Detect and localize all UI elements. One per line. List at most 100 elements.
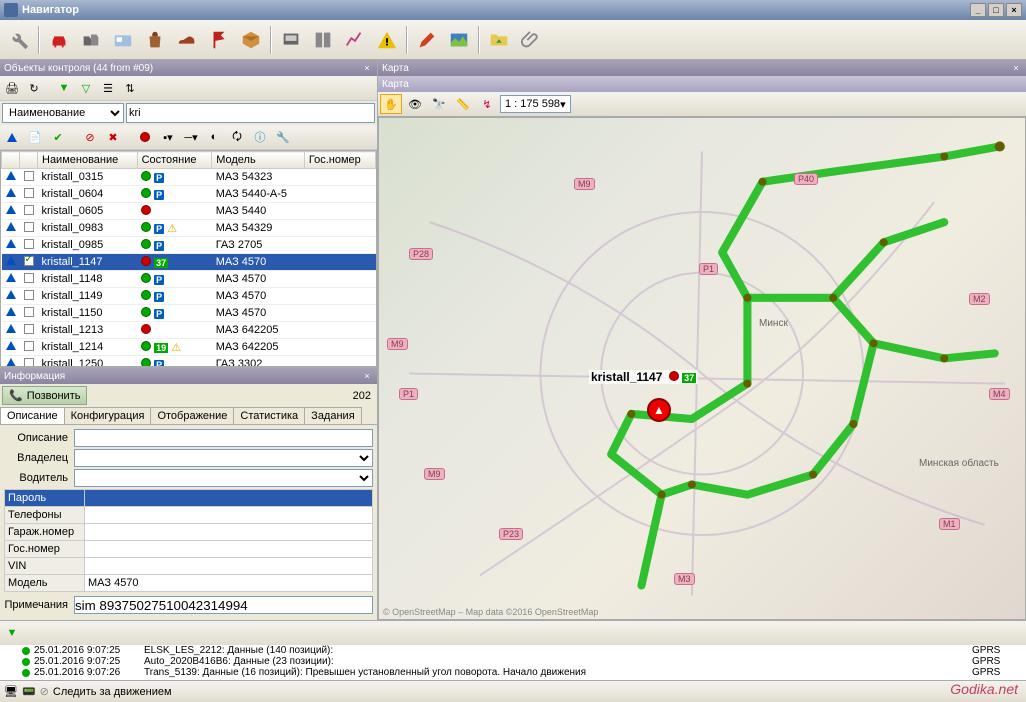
tab-stats[interactable]: Статистика	[233, 407, 305, 424]
table-row[interactable]: kristall_0604 PМАЗ 5440-А-5	[2, 186, 376, 203]
properties-table[interactable]: Пароль Телефоны Гараж.номер Гос.номер VI…	[4, 489, 373, 592]
table-row[interactable]: kristall_1214 19 ⚠МАЗ 642205	[2, 339, 376, 356]
map-scale[interactable]: 1 : 175 598 ▾	[500, 95, 571, 113]
warning-button[interactable]	[372, 25, 402, 55]
cross-icon[interactable]: ✖	[103, 127, 123, 147]
filter-field-combo[interactable]: Наименование	[2, 103, 124, 123]
table-row[interactable]: kristall_1149 PМАЗ 4570	[2, 288, 376, 305]
input-desc[interactable]	[74, 429, 373, 447]
map-inner-header: Карта	[378, 76, 1026, 92]
car-button[interactable]	[44, 25, 74, 55]
col-model[interactable]: Модель	[212, 152, 305, 169]
shoe-button[interactable]	[172, 25, 202, 55]
square-icon[interactable]: ▪▾	[158, 127, 178, 147]
input-owner[interactable]	[74, 449, 373, 467]
col-name[interactable]: Наименование	[38, 152, 138, 169]
col-gosnumber[interactable]: Гос.номер	[304, 152, 375, 169]
window-titlebar: Навигатор _ □ ×	[0, 0, 1026, 20]
filter-value-input[interactable]	[126, 103, 375, 123]
info-icon[interactable]: ⓘ	[250, 127, 270, 147]
maximize-button[interactable]: □	[988, 3, 1004, 17]
attach-button[interactable]	[516, 25, 546, 55]
book-button[interactable]	[308, 25, 338, 55]
list-button[interactable]: ☰	[98, 78, 118, 98]
map-route-button[interactable]: ↯	[476, 94, 498, 114]
minimize-button[interactable]: _	[970, 3, 986, 17]
stop-icon[interactable]: ⊘	[80, 127, 100, 147]
objects-panel-title: Объекты контроля (44 from #09)	[4, 63, 153, 74]
folder-button[interactable]	[484, 25, 514, 55]
road-badge: M2	[969, 293, 990, 305]
filter-button[interactable]: ▼	[54, 78, 74, 98]
refresh-button[interactable]: ↻	[24, 78, 44, 98]
status-text: Следить за движением	[53, 686, 172, 698]
objects-panel-close-icon[interactable]: ×	[361, 62, 373, 74]
table-row[interactable]: kristall_1148 PМАЗ 4570	[2, 271, 376, 288]
map-panel-title: Карта	[382, 63, 409, 74]
input-notes[interactable]	[74, 596, 373, 614]
sort-button[interactable]: ⇅	[120, 78, 140, 98]
log-filter-button[interactable]: ▼	[2, 623, 22, 643]
info-tabs: Описание Конфигурация Отображение Статис…	[0, 407, 377, 425]
road-badge: M4	[989, 388, 1010, 400]
input-driver[interactable]	[74, 469, 373, 487]
vehicle-label: kristall_1147 37	[589, 370, 698, 384]
vehicles-table[interactable]: Наименование Состояние Модель Гос.номер …	[0, 150, 377, 367]
bag-button[interactable]	[140, 25, 170, 55]
map-panel-close-icon[interactable]: ×	[1010, 62, 1022, 74]
table-row[interactable]: kristall_1250 PГАЗ 3302	[2, 356, 376, 368]
filter2-button[interactable]: ▽	[76, 78, 96, 98]
map-binoculars-button[interactable]: 🔭	[428, 94, 450, 114]
line-icon[interactable]: ─▾	[181, 127, 201, 147]
map-eye-button[interactable]: 👁	[404, 94, 426, 114]
table-row[interactable]: kristall_0985 PГАЗ 2705	[2, 237, 376, 254]
map-canvas[interactable]: P28 M9 M9 P1 P40 M4 M1 M2 P1 M9 P23 M3 М…	[378, 117, 1026, 620]
image-button[interactable]	[444, 25, 474, 55]
users-button[interactable]	[76, 25, 106, 55]
device-button[interactable]	[276, 25, 306, 55]
table-row[interactable]: kristall_1147 37МАЗ 4570	[2, 254, 376, 271]
box-button[interactable]	[236, 25, 266, 55]
wrench-button[interactable]	[4, 25, 34, 55]
page-icon[interactable]: 📄	[25, 127, 45, 147]
log-row: 25.01.2016 9:07:26Trans_5139: Данные (16…	[0, 667, 1026, 678]
road-badge: M3	[674, 573, 695, 585]
edit-button[interactable]	[412, 25, 442, 55]
reload-icon[interactable]: 🗘	[227, 127, 247, 147]
reddot-icon[interactable]	[135, 127, 155, 147]
road-badge: M1	[939, 518, 960, 530]
table-row[interactable]: kristall_1213 МАЗ 642205	[2, 322, 376, 339]
table-row[interactable]: kristall_0983 P ⚠МАЗ 54329	[2, 220, 376, 237]
monitor-icon: 🖥	[4, 685, 18, 698]
road-badge: P23	[499, 528, 523, 540]
print-button[interactable]: 🖨	[2, 78, 22, 98]
road-badge: M9	[574, 178, 595, 190]
col-status[interactable]: Состояние	[137, 152, 212, 169]
tab-display[interactable]: Отображение	[150, 407, 234, 424]
circle-icon[interactable]: ◐	[204, 127, 224, 147]
map-panel-header: Карта ×	[378, 60, 1026, 76]
flag-button[interactable]	[204, 25, 234, 55]
tab-description[interactable]: Описание	[0, 407, 65, 424]
call-button[interactable]: 📞 Позвонить	[2, 386, 87, 405]
card-button[interactable]	[108, 25, 138, 55]
map-ruler-button[interactable]: 📏	[452, 94, 474, 114]
check-icon[interactable]: ✔	[48, 127, 68, 147]
road-badge: P1	[699, 263, 718, 275]
tool-icon[interactable]: 🔧	[273, 127, 293, 147]
window-title: Навигатор	[22, 4, 79, 16]
vehicle-marker[interactable]: ▲	[647, 398, 671, 422]
device-status-icon: 📟	[22, 685, 36, 698]
tri-icon[interactable]	[2, 127, 22, 147]
tab-tasks[interactable]: Задания	[304, 407, 361, 424]
table-row[interactable]: kristall_0315 PМАЗ 54323	[2, 169, 376, 186]
chart-button[interactable]	[340, 25, 370, 55]
table-row[interactable]: kristall_1150 PМАЗ 4570	[2, 305, 376, 322]
close-button[interactable]: ×	[1006, 3, 1022, 17]
info-panel-close-icon[interactable]: ×	[361, 370, 373, 382]
tab-config[interactable]: Конфигурация	[64, 407, 152, 424]
label-owner: Владелец	[4, 452, 74, 464]
log-panel: ▼ 25.01.2016 9:07:25ELSK_LES_2212: Данны…	[0, 620, 1026, 680]
map-hand-button[interactable]: ✋	[380, 94, 402, 114]
table-row[interactable]: kristall_0605 МАЗ 5440	[2, 203, 376, 220]
